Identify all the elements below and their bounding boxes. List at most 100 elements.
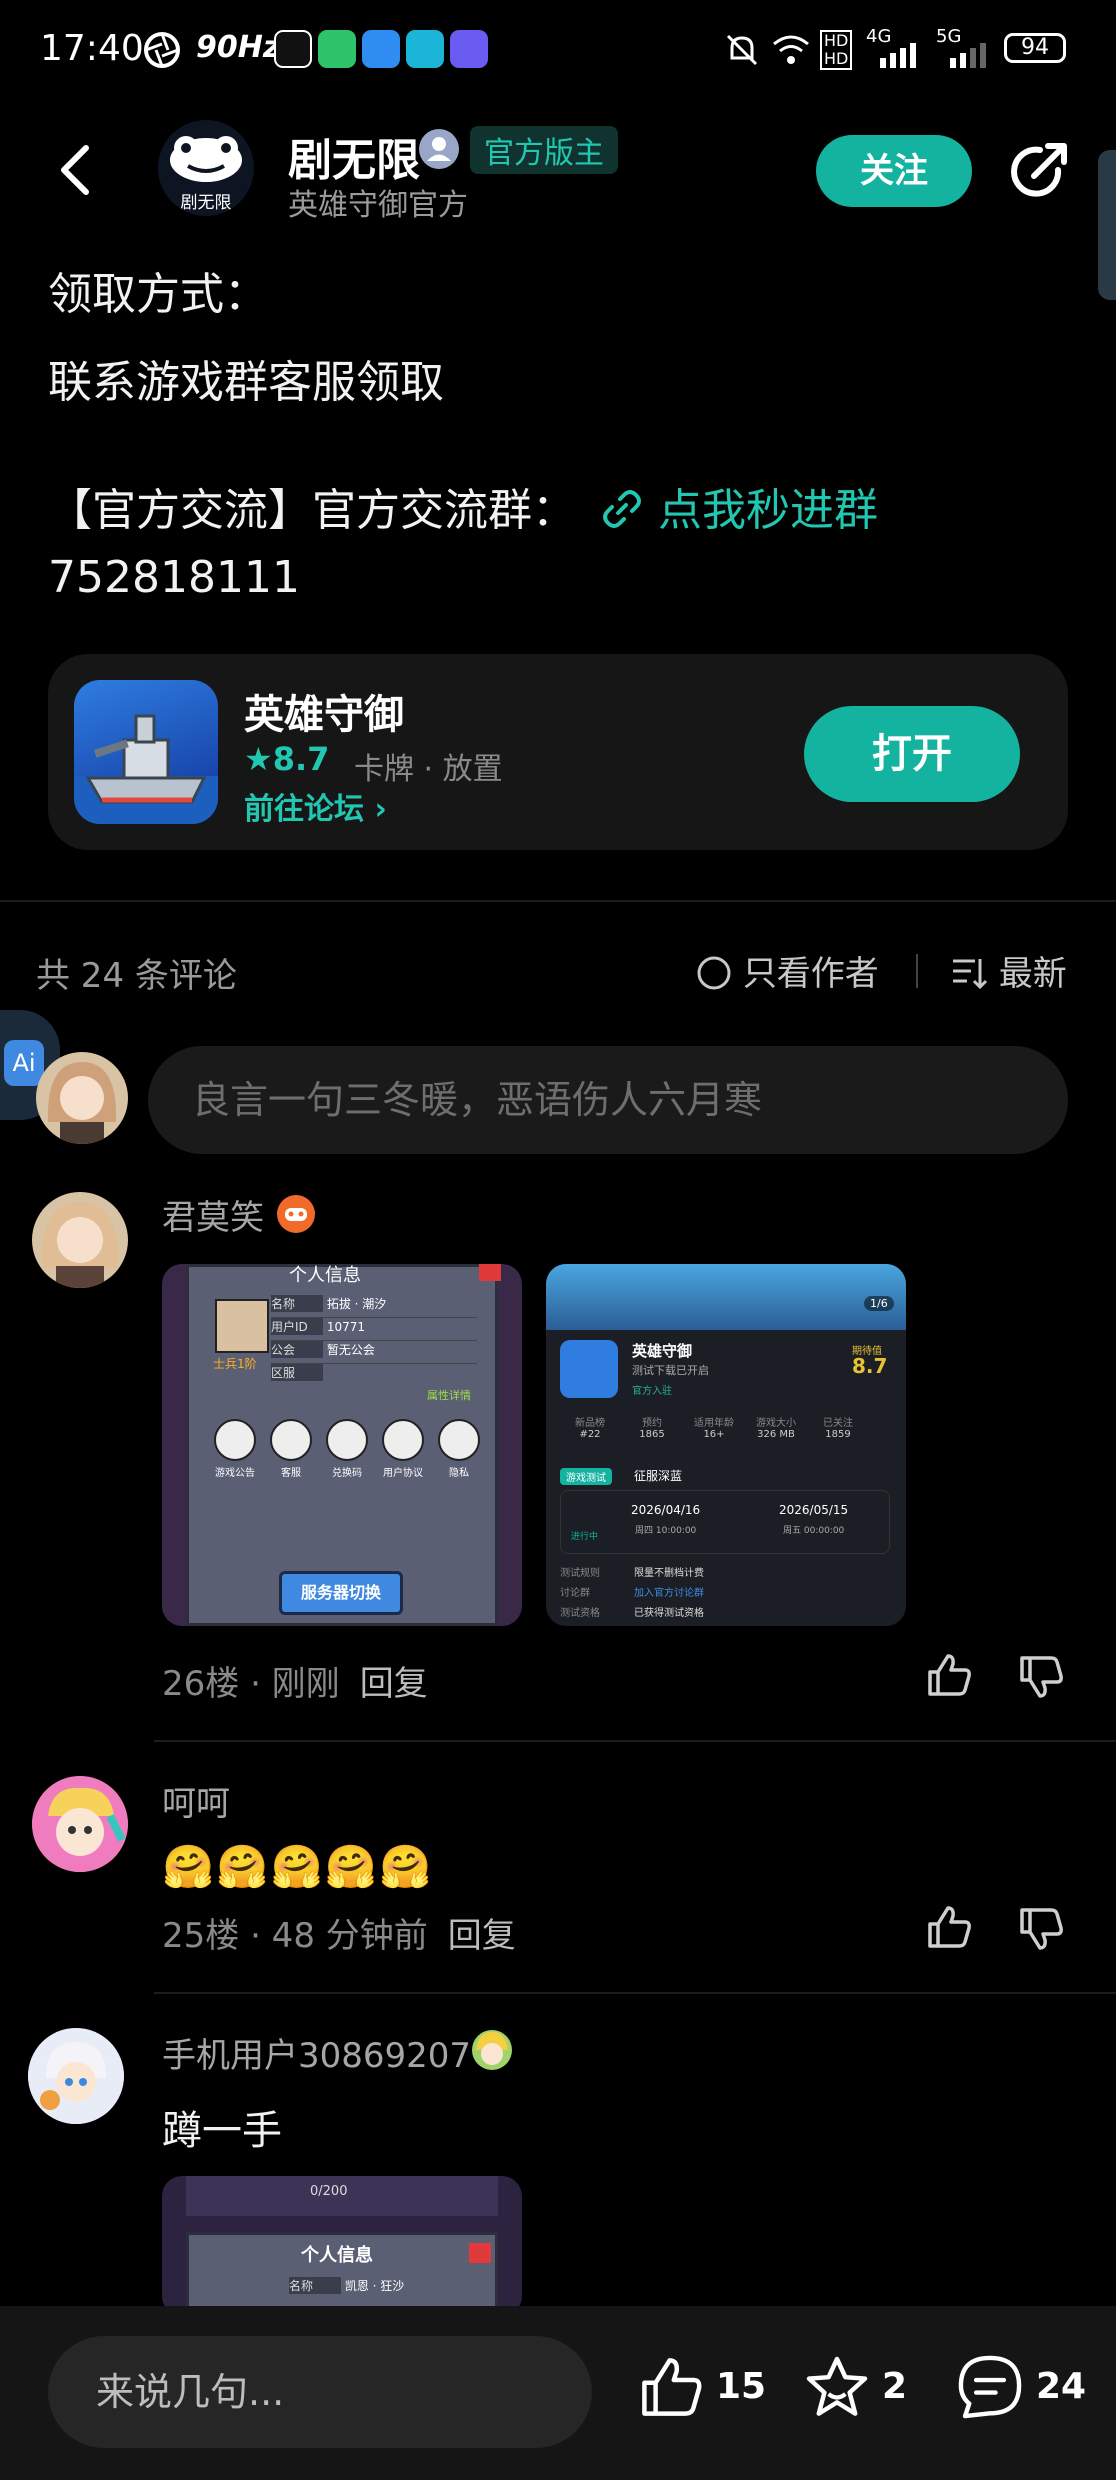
like-icon[interactable]	[924, 1650, 974, 1700]
bottom-comment-input[interactable]: 来说几句...	[48, 2336, 592, 2448]
close-icon	[469, 2243, 491, 2263]
image-page-indicator: 1/6	[864, 1296, 894, 1311]
group-line: 【官方交流】官方交流群： 点我秒进群	[48, 474, 878, 538]
notice-icon	[214, 1419, 256, 1461]
tiktok-icon	[274, 30, 312, 68]
menu-icon-item: 隐私	[431, 1419, 487, 1480]
comment-divider	[154, 1740, 1116, 1742]
open-game-button[interactable]: 打开	[804, 706, 1020, 802]
reply-button[interactable]: 回复	[360, 1664, 428, 1704]
comment-image[interactable]: 0/200 个人信息 名称 凯恩 · 狂沙	[162, 2176, 522, 2316]
hd-icon: HD HD	[820, 30, 853, 70]
mute-bell-icon	[726, 34, 758, 66]
rule-key: 测试资格	[560, 1608, 600, 1619]
refresh-rate: 90Hz	[196, 30, 281, 65]
game-card[interactable]: 英雄守御 ★8.7 卡牌 · 放置 前往论坛 › 打开	[48, 654, 1068, 850]
game-badge-icon	[277, 1195, 315, 1233]
info-row: 公会 暂无公会	[271, 1341, 477, 1364]
menu-icon-label: 用户协议	[383, 1468, 423, 1479]
player-rank: 士兵1阶	[213, 1357, 257, 1371]
avatar-caption: 剧无限	[180, 193, 232, 213]
game-thumb	[560, 1340, 618, 1398]
info-key: 用户ID	[271, 1318, 323, 1335]
signal-2-icon	[950, 43, 986, 68]
comment-meta: 25楼 · 48 分钟前 回复	[162, 1908, 516, 1957]
like-count: 15	[716, 2366, 767, 2407]
favorite-count: 2	[882, 2366, 908, 2407]
verified-user-icon	[419, 129, 459, 169]
link-icon	[603, 490, 641, 528]
sort-toggle[interactable]: 最新	[950, 946, 1067, 995]
start-date: 2026/04/16	[631, 1503, 701, 1517]
rule-value: 限量不删档计费	[634, 1568, 704, 1579]
dislike-icon[interactable]	[1016, 1904, 1066, 1954]
agreement-icon	[382, 1419, 424, 1461]
info-value: 拓拔 · 潮汐	[326, 1297, 387, 1311]
back-arrow-icon[interactable]	[56, 142, 96, 198]
like-icon[interactable]	[924, 1902, 974, 1952]
menu-icon-label: 客服	[281, 1468, 301, 1479]
avatar[interactable]	[32, 1192, 128, 1288]
comment-bubble-icon[interactable]	[954, 2352, 1026, 2422]
only-author-toggle[interactable]: 只看作者	[696, 946, 879, 995]
card-stat: 预约 1865	[622, 1414, 682, 1440]
progress-value: 0/200	[310, 2184, 348, 2199]
share-icon[interactable]	[1006, 138, 1072, 204]
comment-username[interactable]: 君莫笑	[162, 1190, 264, 1239]
stat-value: 1859	[825, 1429, 851, 1440]
avatar[interactable]	[28, 2028, 124, 2124]
comment-username[interactable]: 手机用户30869207	[162, 2028, 471, 2077]
section-divider	[0, 900, 1116, 902]
test-rules: 测试规则 限量不删档计费 讨论群 加入官方讨论群 测试资格 已获得测试资格	[560, 1564, 890, 1624]
comment-floor-time: 25楼 · 48 分钟前	[162, 1916, 428, 1956]
info-key: 公会	[271, 1341, 323, 1358]
info-key: 名称	[289, 2277, 341, 2294]
comment-text: 蹲一手	[162, 2108, 282, 2154]
card-expect-value: 8.7	[852, 1354, 888, 1378]
menu-icons: 游戏公告 客服 兑换码 用户协议 隐私	[201, 1419, 487, 1499]
rule-row: 测试资格 已获得测试资格	[560, 1604, 890, 1624]
only-author-label: 只看作者	[742, 954, 879, 994]
gift-code-icon	[326, 1419, 368, 1461]
comment-image[interactable]: 个人信息 士兵1阶 名称 拓拔 · 潮汐 用户ID 10771 公会 暂无公会 …	[162, 1264, 522, 1626]
phone-app-icon	[362, 30, 400, 68]
user-badge-icon	[472, 2030, 512, 2070]
menu-icon-item: 客服	[263, 1419, 319, 1480]
comment-username[interactable]: 呵呵	[162, 1776, 230, 1825]
test-tag: 游戏测试	[560, 1468, 612, 1485]
menu-icon-item: 兑换码	[319, 1419, 375, 1480]
like-post-icon[interactable]	[636, 2352, 706, 2422]
comment-image[interactable]: 1/6 英雄守御 测试下载已开启 官方入驻 期待值 8.7 新品榜 #22 预约 1…	[546, 1264, 906, 1626]
my-avatar[interactable]	[36, 1052, 128, 1144]
favorite-star-icon[interactable]	[802, 2352, 872, 2422]
dislike-icon[interactable]	[1016, 1652, 1066, 1702]
card-stat: 已关注 1859	[808, 1414, 868, 1440]
stat-label: 新品榜	[575, 1418, 605, 1429]
card-game-sub: 测试下载已开启	[632, 1364, 709, 1377]
taptap-icon	[406, 30, 444, 68]
cartoon-avatar-icon	[32, 1776, 128, 1872]
server-switch-button: 服务器切换	[279, 1571, 403, 1615]
start-time: 周四 10:00:00	[635, 1526, 697, 1536]
comment-input[interactable]: 良言一句三冬暖，恶语伤人六月寒	[148, 1046, 1068, 1154]
anime-girl-avatar-icon	[41, 1202, 119, 1288]
menu-icon-item: 用户协议	[375, 1419, 431, 1480]
official-moderator-badge: 官方版主	[470, 126, 618, 174]
edge-handle[interactable]	[1098, 150, 1116, 300]
group-prefix: 【官方交流】官方交流群：	[48, 485, 576, 536]
rule-value: 加入官方讨论群	[634, 1588, 704, 1599]
avatar[interactable]	[32, 1776, 128, 1872]
reply-button[interactable]: 回复	[448, 1916, 516, 1956]
comment-total-count: 24	[1036, 2366, 1087, 2407]
forum-link-label: 前往论坛	[244, 792, 364, 827]
follow-button[interactable]: 关注	[816, 135, 972, 207]
info-row: 名称 拓拔 · 潮汐	[271, 1295, 477, 1318]
forum-link[interactable]: 前往论坛 ›	[244, 784, 387, 828]
stat-label: 已关注	[823, 1418, 853, 1429]
test-status: 进行中	[571, 1532, 599, 1542]
account-name[interactable]: 剧无限	[288, 124, 420, 188]
join-group-link[interactable]: 点我秒进群	[658, 485, 878, 536]
info-row: 用户ID 10771	[271, 1318, 477, 1341]
account-avatar[interactable]: 剧无限	[158, 120, 254, 216]
info-row: 区服	[271, 1364, 477, 1386]
